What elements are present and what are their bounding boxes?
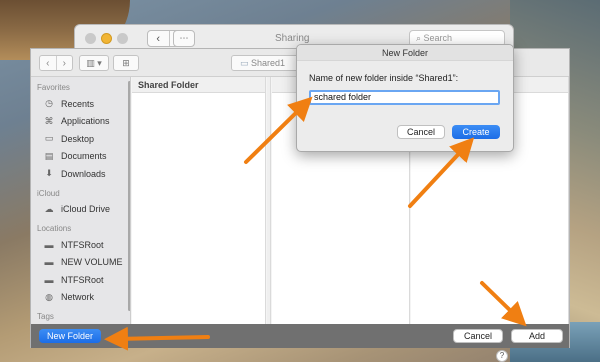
sidebar-item-label: Applications [61, 116, 110, 127]
sidebar-item-label: Network [61, 292, 95, 303]
sidebar-item-label: Desktop [61, 133, 95, 144]
sidebar-header-locations: Locations [37, 224, 72, 233]
sidebar-item-label: Recents [61, 98, 95, 109]
zoom-window-button[interactable] [117, 33, 128, 44]
column-shared-folder[interactable]: Shared Folder [132, 77, 266, 324]
sidebar-item-network[interactable]: ◍ Network [31, 289, 130, 307]
document-icon: ▤ [44, 150, 54, 161]
sidebar-item-ntfsroot[interactable]: ▬ NTFSRoot [31, 236, 130, 254]
path-label: Shared1 [251, 58, 286, 68]
panel-nav-buttons: ‹ › [39, 55, 73, 71]
add-button[interactable]: Add [511, 329, 563, 343]
sidebar-item-label: Documents [61, 151, 107, 162]
back-button[interactable]: ‹ [148, 31, 170, 46]
clock-icon: ◷ [45, 98, 53, 109]
panel-back-button[interactable]: ‹ [40, 56, 57, 70]
sidebar-item-label: NEW VOLUME [61, 257, 123, 268]
sidebar-item-documents[interactable]: ▤ Documents [31, 148, 130, 166]
close-window-button[interactable] [85, 33, 96, 44]
help-button[interactable]: ? [496, 350, 508, 362]
sidebar: Favorites ◷ Recents ⌘ Applications ▭ Des… [31, 77, 131, 324]
sidebar-item-desktop[interactable]: ▭ Desktop [31, 130, 130, 148]
sidebar-item-recents[interactable]: ◷ Recents [31, 95, 130, 113]
sidebar-item-label: NTFSRoot [61, 274, 104, 285]
search-placeholder: Search [423, 33, 453, 43]
sidebar-item-icloud-drive[interactable]: ☁ iCloud Drive [31, 201, 130, 219]
dialog-title: New Folder [297, 45, 513, 61]
sidebar-item-label: Downloads [61, 168, 106, 179]
folder-name-prompt: Name of new folder inside “Shared1”: [309, 73, 459, 83]
network-icon: ◍ [45, 291, 53, 302]
create-button[interactable]: Create [452, 125, 500, 139]
sidebar-item-applications[interactable]: ⌘ Applications [31, 113, 130, 131]
column-header: Shared Folder [132, 77, 265, 93]
new-folder-icon[interactable]: ⊞ [113, 55, 139, 71]
sidebar-header-tags: Tags [37, 312, 54, 321]
column-resize-handle[interactable] [267, 77, 271, 324]
new-folder-dialog: New Folder Name of new folder inside “Sh… [296, 44, 514, 152]
sidebar-scrollbar[interactable] [128, 81, 130, 311]
desktop-icon: ▭ [44, 133, 54, 144]
drive-icon: ▬ [44, 257, 54, 268]
sidebar-item-new-volume[interactable]: ▬ NEW VOLUME [31, 254, 130, 272]
sidebar-header-icloud: iCloud [37, 188, 60, 198]
sidebar-item-label: NTFSRoot [61, 239, 104, 250]
cancel-button[interactable]: Cancel [453, 329, 503, 343]
sidebar-item-downloads[interactable]: ⬇ Downloads [31, 165, 130, 183]
drive-icon: ▬ [44, 239, 54, 250]
grid-icon: ⋯ [179, 33, 189, 43]
cloud-icon: ☁ [44, 203, 54, 214]
folder-icon: ▭ [240, 58, 252, 68]
dialog-cancel-button[interactable]: Cancel [397, 125, 445, 139]
sidebar-item-label: iCloud Drive [61, 204, 111, 215]
window-title: Sharing [275, 33, 310, 44]
drive-icon: ▬ [44, 274, 54, 285]
download-icon: ⬇ [45, 168, 53, 179]
sidebar-header-favorites: Favorites [37, 83, 70, 92]
grid-view-button[interactable]: ⋯ [173, 30, 195, 47]
applications-icon: ⌘ [44, 115, 54, 126]
search-icon: ⌕ [416, 33, 424, 43]
panel-bottom-bar: New Folder Cancel Add [31, 324, 569, 348]
view-options-button[interactable]: ▥ ▾ [79, 55, 109, 71]
panel-forward-button[interactable]: › [57, 56, 73, 70]
sidebar-item-ntfsroot-2[interactable]: ▬ NTFSRoot [31, 271, 130, 289]
new-folder-button[interactable]: New Folder [39, 329, 101, 343]
folder-name-input[interactable]: schared folder [309, 90, 500, 105]
minimize-window-button[interactable] [101, 33, 112, 44]
